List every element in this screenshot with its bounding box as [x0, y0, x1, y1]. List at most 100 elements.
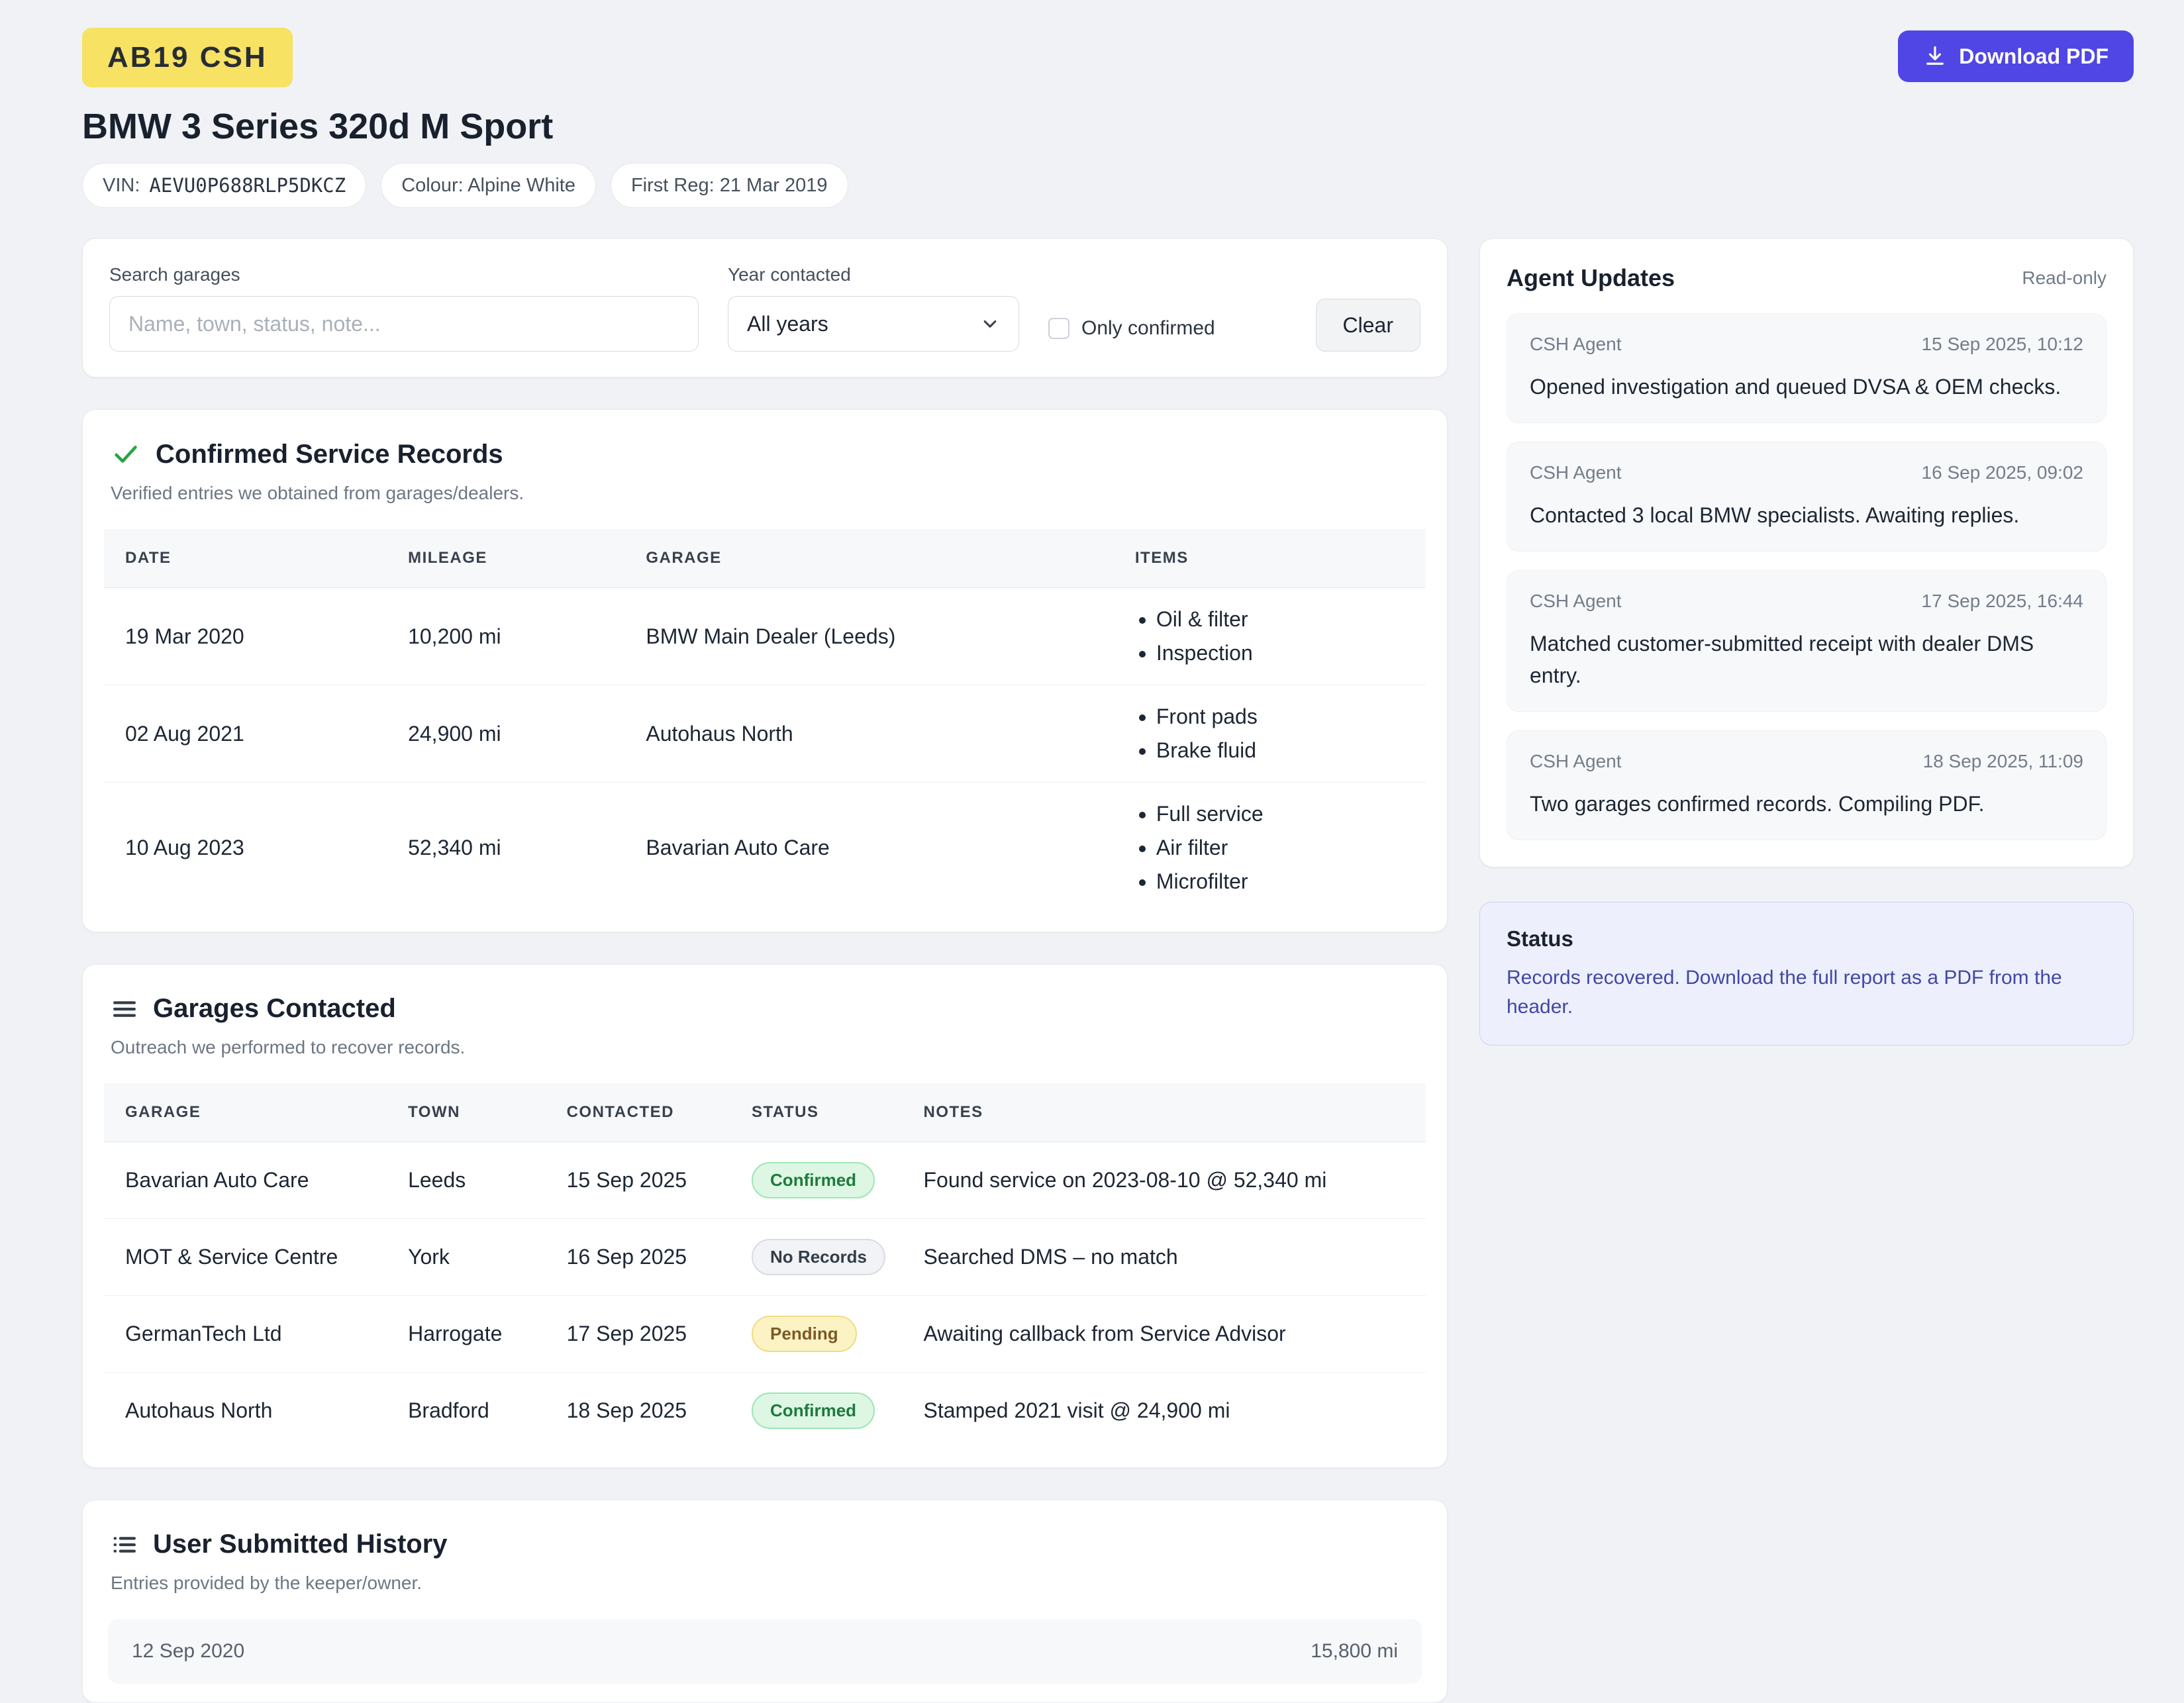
vin-chip: VIN: AEVU0P688RLP5DKCZ: [82, 163, 366, 208]
garage-contact-row: MOT & Service Centre York 16 Sep 2025 No…: [104, 1219, 1426, 1296]
agent-update-meta: CSH Agent 18 Sep 2025, 11:09: [1530, 751, 2083, 772]
download-pdf-button[interactable]: Download PDF: [1898, 30, 2134, 82]
contact-garage: MOT & Service Centre: [104, 1219, 408, 1296]
search-input[interactable]: [109, 296, 699, 352]
garages-contacted-heading: Garages Contacted: [111, 994, 1426, 1024]
agent-updates-title: Agent Updates: [1507, 264, 1675, 292]
table-header-row: Garage Town Contacted Status Notes: [104, 1083, 1426, 1142]
confirmed-records-table: Date Mileage Garage Items 19 Mar 2020 10…: [104, 529, 1426, 913]
garage-contact-row: GermanTech Ltd Harrogate 17 Sep 2025 Pen…: [104, 1296, 1426, 1373]
contact-notes: Awaiting callback from Service Advisor: [924, 1296, 1426, 1373]
record-garage: Bavarian Auto Care: [646, 783, 1135, 914]
agent-update-meta: CSH Agent 15 Sep 2025, 10:12: [1530, 334, 2083, 355]
status-text: Records recovered. Download the full rep…: [1507, 963, 2107, 1021]
list-icon: [111, 1531, 138, 1559]
status-badge: No Records: [752, 1239, 885, 1275]
agent-update-author: CSH Agent: [1530, 462, 1622, 483]
service-item: Oil & filter: [1156, 603, 1415, 636]
agent-update-item: CSH Agent 16 Sep 2025, 09:02 Contacted 3…: [1507, 442, 2107, 552]
service-item: Microfilter: [1156, 865, 1415, 899]
service-item: Inspection: [1156, 636, 1415, 670]
first-reg-chip: First Reg: 21 Mar 2019: [611, 163, 848, 208]
confirmed-records-card: Confirmed Service Records Verified entri…: [82, 409, 1448, 932]
agent-update-author: CSH Agent: [1530, 751, 1622, 772]
year-contacted-label: Year contacted: [728, 264, 1019, 285]
agent-update-item: CSH Agent 17 Sep 2025, 16:44 Matched cus…: [1507, 570, 2107, 712]
service-record-row: 02 Aug 2021 24,900 mi Autohaus North Fro…: [104, 685, 1426, 783]
contact-town: Leeds: [408, 1142, 567, 1219]
col-items: Items: [1135, 529, 1426, 588]
contact-date: 15 Sep 2025: [567, 1142, 752, 1219]
garages-contacted-subtitle: Outreach we performed to recover records…: [111, 1037, 1426, 1058]
col-contacted: Contacted: [567, 1083, 752, 1142]
table-header-row: Date Mileage Garage Items: [104, 529, 1426, 588]
side-column: Agent Updates Read-only CSH Agent 15 Sep…: [1479, 238, 2134, 1046]
confirmed-records-heading: Confirmed Service Records: [111, 439, 1426, 469]
garages-contacted-title: Garages Contacted: [153, 994, 396, 1024]
record-mileage: 24,900 mi: [408, 685, 646, 783]
status-title: Status: [1507, 926, 2107, 951]
record-items-list: Full serviceAir filterMicrofilter: [1135, 797, 1415, 899]
contact-town: York: [408, 1219, 567, 1296]
contact-date: 18 Sep 2025: [567, 1373, 752, 1449]
contact-garage: Autohaus North: [104, 1373, 408, 1449]
service-record-row: 19 Mar 2020 10,200 mi BMW Main Dealer (L…: [104, 588, 1426, 685]
vehicle-report-page: AB19 CSH BMW 3 Series 320d M Sport VIN: …: [0, 0, 2184, 1703]
only-confirmed-checkbox[interactable]: [1048, 318, 1069, 339]
col-garage: Garage: [646, 529, 1135, 588]
vin-value: AEVU0P688RLP5DKCZ: [149, 174, 346, 197]
clear-filters-button[interactable]: Clear: [1316, 299, 1420, 352]
agent-update-author: CSH Agent: [1530, 334, 1622, 355]
user-history-subtitle: Entries provided by the keeper/owner.: [111, 1573, 1426, 1594]
record-garage: BMW Main Dealer (Leeds): [646, 588, 1135, 685]
contact-garage: GermanTech Ltd: [104, 1296, 408, 1373]
contact-notes: Found service on 2023-08-10 @ 52,340 mi: [924, 1142, 1426, 1219]
record-items-list: Oil & filterInspection: [1135, 603, 1415, 670]
year-select[interactable]: All years: [728, 296, 1019, 352]
user-history-row: 12 Sep 2020 15,800 mi: [108, 1619, 1422, 1684]
agent-update-text: Opened investigation and queued DVSA & O…: [1530, 371, 2083, 403]
main-column: Search garages Year contacted All years: [82, 238, 1448, 1703]
agent-update-meta: CSH Agent 17 Sep 2025, 16:44: [1530, 591, 2083, 612]
contact-garage: Bavarian Auto Care: [104, 1142, 408, 1219]
contact-date: 16 Sep 2025: [567, 1219, 752, 1296]
contact-notes: Searched DMS – no match: [924, 1219, 1426, 1296]
record-garage: Autohaus North: [646, 685, 1135, 783]
vin-label: VIN:: [103, 175, 140, 197]
read-only-label: Read-only: [2022, 268, 2107, 289]
agent-update-meta: CSH Agent 16 Sep 2025, 09:02: [1530, 462, 2083, 483]
status-card: Status Records recovered. Download the f…: [1479, 902, 2134, 1046]
garage-contact-row: Autohaus North Bradford 18 Sep 2025 Conf…: [104, 1373, 1426, 1449]
agent-update-timestamp: 16 Sep 2025, 09:02: [1922, 462, 2083, 483]
year-field-group: Year contacted All years: [728, 264, 1019, 352]
check-icon: [111, 439, 141, 469]
user-history-card: User Submitted History Entries provided …: [82, 1500, 1448, 1703]
agent-updates-header: Agent Updates Read-only: [1507, 264, 2107, 292]
confirmed-records-subtitle: Verified entries we obtained from garage…: [111, 483, 1426, 504]
confirmed-records-title: Confirmed Service Records: [156, 440, 503, 469]
page-header: AB19 CSH BMW 3 Series 320d M Sport VIN: …: [82, 28, 2134, 208]
header-left: AB19 CSH BMW 3 Series 320d M Sport VIN: …: [82, 28, 848, 208]
service-item: Brake fluid: [1156, 734, 1415, 767]
service-record-row: 10 Aug 2023 52,340 mi Bavarian Auto Care…: [104, 783, 1426, 914]
contact-town: Bradford: [408, 1373, 567, 1449]
record-items-list: Front padsBrake fluid: [1135, 700, 1415, 767]
agent-update-item: CSH Agent 18 Sep 2025, 11:09 Two garages…: [1507, 730, 2107, 840]
contact-date: 17 Sep 2025: [567, 1296, 752, 1373]
only-confirmed-label: Only confirmed: [1081, 317, 1215, 340]
colour-chip: Colour: Alpine White: [381, 163, 596, 208]
service-item: Full service: [1156, 797, 1415, 831]
user-history-heading: User Submitted History: [111, 1530, 1426, 1559]
record-mileage: 10,200 mi: [408, 588, 646, 685]
record-mileage: 52,340 mi: [408, 783, 646, 914]
garage-contact-row: Bavarian Auto Care Leeds 15 Sep 2025 Con…: [104, 1142, 1426, 1219]
vehicle-info-chips: VIN: AEVU0P688RLP5DKCZ Colour: Alpine Wh…: [82, 163, 848, 208]
record-date: 19 Mar 2020: [104, 588, 408, 685]
search-garages-label: Search garages: [109, 264, 699, 285]
garages-contacted-card: Garages Contacted Outreach we performed …: [82, 964, 1448, 1468]
col-garage: Garage: [104, 1083, 408, 1142]
user-history-title: User Submitted History: [153, 1530, 448, 1559]
col-date: Date: [104, 529, 408, 588]
service-item: Front pads: [1156, 700, 1415, 734]
download-icon: [1923, 44, 1947, 68]
